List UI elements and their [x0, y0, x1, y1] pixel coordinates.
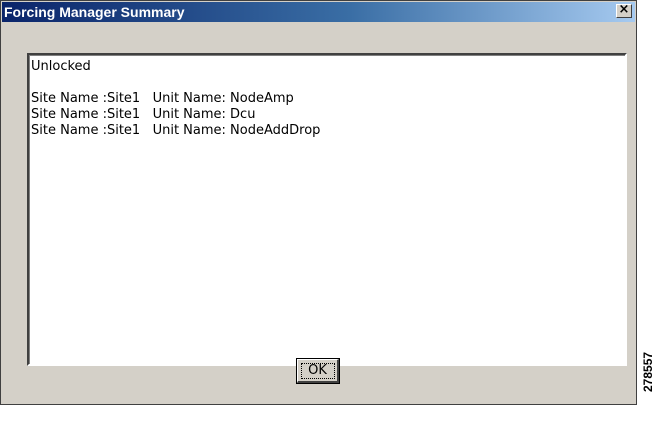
summary-text-area[interactable]: Unlocked Site Name :Site1 Unit Name: Nod…: [27, 53, 627, 366]
title-bar[interactable]: Forcing Manager Summary ×: [2, 2, 635, 22]
ok-button-label: OK: [308, 363, 327, 378]
unit-entry-line: Site Name :Site1 Unit Name: NodeAmp: [31, 91, 294, 106]
close-button[interactable]: ×: [616, 2, 632, 18]
dialog-title: Forcing Manager Summary: [4, 4, 185, 20]
unit-entry-line: Site Name :Site1 Unit Name: Dcu: [31, 107, 256, 122]
ok-button[interactable]: OK: [296, 358, 340, 384]
forcing-manager-summary-dialog: Forcing Manager Summary × Unlocked Site …: [0, 0, 637, 405]
figure-number: 278557: [641, 351, 652, 392]
lock-status-text: Unlocked: [31, 59, 91, 74]
unit-entry-line: Site Name :Site1 Unit Name: NodeAddDrop: [31, 123, 321, 138]
close-icon: ×: [618, 2, 630, 17]
